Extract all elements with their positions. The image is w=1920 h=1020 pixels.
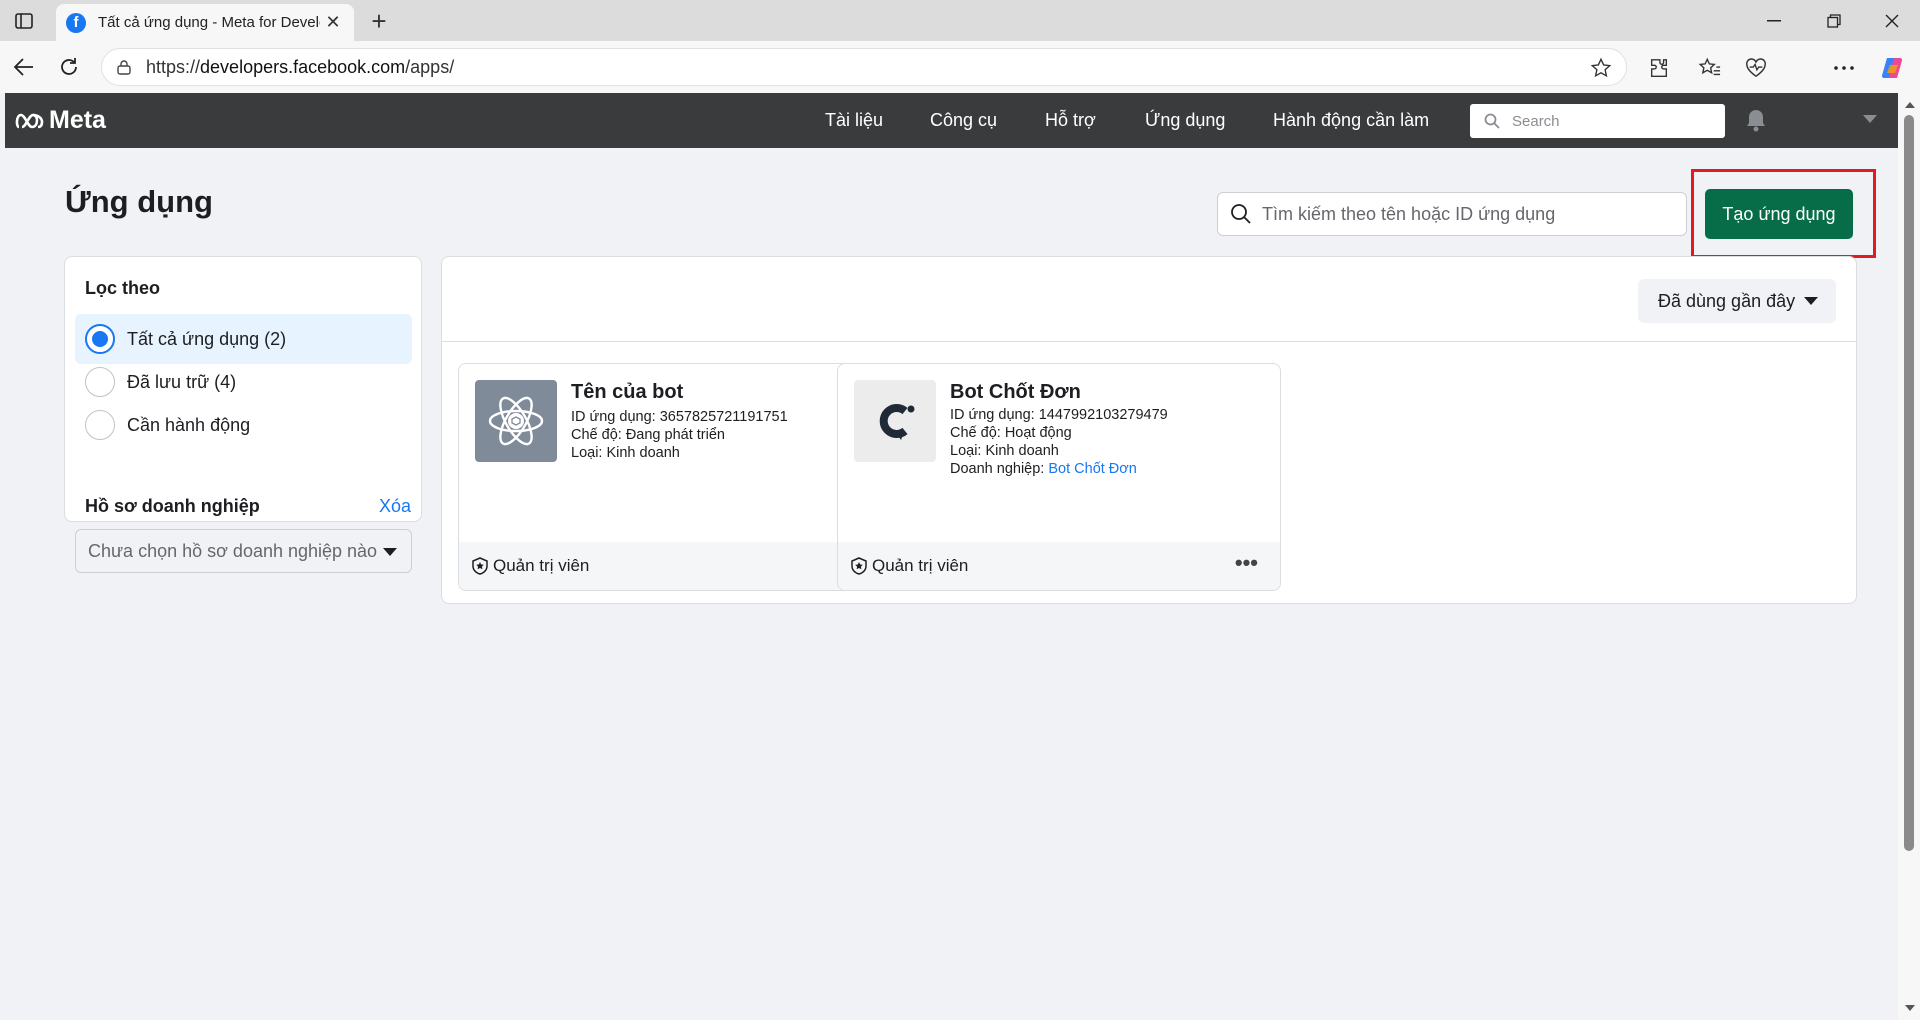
app-details: ID ứng dụng: 1447992103279479 Chế độ: Ho…: [950, 406, 1168, 478]
app-search-input[interactable]: [1262, 203, 1672, 225]
radio-icon[interactable]: [85, 410, 115, 440]
browser-address-bar: https://developers.facebook.com/apps/: [0, 41, 1920, 93]
app-business-link[interactable]: Bot Chốt Đơn: [1048, 461, 1137, 477]
favorite-star-icon[interactable]: [1590, 57, 1612, 84]
app-role: Quản trị viên: [493, 556, 590, 575]
meta-logo-text: Meta: [49, 106, 106, 134]
favorites-icon[interactable]: [1695, 53, 1725, 83]
nav-action-required[interactable]: Hành động cần làm: [1273, 93, 1429, 148]
app-id: ID ứng dụng: 3657825721191751: [571, 409, 788, 425]
restore-icon[interactable]: [1806, 0, 1862, 41]
site-info-icon[interactable]: [114, 57, 134, 77]
nav-action-required-label: Hành động cần làm: [1273, 110, 1430, 130]
sidebar-toggle-icon[interactable]: [10, 8, 38, 34]
nav-support[interactable]: Hỗ trợ: [1045, 93, 1096, 148]
reload-icon[interactable]: [53, 51, 85, 83]
app-business: Doanh nghiệp: Bot Chốt Đơn: [950, 460, 1168, 478]
apps-panel: Đã dùng gần đây Tên của bot ID ứng dụng:…: [441, 256, 1857, 604]
copilot-icon[interactable]: [1877, 53, 1907, 83]
nav-apps[interactable]: Ứng dụng: [1145, 93, 1225, 148]
chevron-down-icon: [383, 548, 397, 556]
c-logo-icon: [854, 380, 936, 462]
header-search-box[interactable]: Search: [1470, 104, 1725, 138]
nav-tools[interactable]: Công cụ: [930, 93, 997, 148]
app-business-prefix: Doanh nghiệp:: [950, 461, 1049, 477]
tab-title: Tất cả ứng dụng - Meta for Developers: [98, 14, 320, 31]
account-menu-caret-icon[interactable]: [1863, 115, 1877, 123]
search-icon: [1231, 204, 1251, 224]
new-tab-icon[interactable]: +: [364, 6, 394, 36]
radio-icon[interactable]: [85, 367, 115, 397]
page-title: Ứng dụng: [65, 184, 213, 219]
url-path: /apps/: [405, 56, 455, 77]
filter-option-action-needed[interactable]: Cần hành động: [75, 400, 412, 450]
back-icon[interactable]: [8, 51, 40, 83]
header-search-placeholder: Search: [1512, 112, 1560, 130]
more-options-icon[interactable]: •••: [1235, 550, 1258, 576]
nav-docs[interactable]: Tài liệu: [825, 93, 883, 148]
filter-option-label: Đã lưu trữ (4): [127, 371, 237, 392]
app-type: Loại: Kinh doanh: [571, 445, 680, 461]
app-name[interactable]: Tên của bot: [571, 381, 683, 404]
filter-option-label: Tất cả ứng dụng (2): [127, 328, 287, 349]
app-card[interactable]: Tên của bot ID ứng dụng: 365782572119175…: [458, 363, 902, 591]
app-card-footer: Quản trị viên •••: [838, 542, 1280, 590]
filter-panel: Lọc theo Tất cả ứng dụng (2) Đã lưu trữ …: [64, 256, 422, 573]
app-type: Loại: Kinh doanh: [950, 443, 1059, 459]
url-text: https://developers.facebook.com/apps/: [146, 57, 454, 78]
nav-support-label: Hỗ trợ: [1045, 110, 1096, 130]
window-close-icon[interactable]: [1864, 0, 1920, 41]
url-prefix: https://: [146, 56, 201, 77]
business-profile-placeholder: Chưa chọn hồ sơ doanh nghiệp nào: [88, 540, 378, 561]
business-clear-link[interactable]: Xóa: [379, 496, 411, 517]
filter-option-label: Cần hành động: [127, 414, 251, 435]
app-card[interactable]: Bot Chốt Đơn ID ứng dụng: 14479921032794…: [837, 363, 1281, 591]
chevron-down-icon: [1804, 297, 1818, 305]
tab-close-icon[interactable]: ✕: [322, 12, 344, 34]
url-host: developers.facebook.com: [200, 56, 406, 77]
app-card-footer: Quản trị viên •••: [459, 542, 901, 590]
atom-icon: [475, 380, 557, 462]
extensions-icon[interactable]: [1644, 53, 1674, 83]
page-content: Meta Tài liệu Công cụ Hỗ trợ Ứng dụng Hà…: [5, 93, 1898, 1020]
minimize-icon[interactable]: [1746, 0, 1802, 41]
panel-divider: [442, 341, 1856, 342]
meta-header: Meta Tài liệu Công cụ Hỗ trợ Ứng dụng Hà…: [5, 93, 1898, 148]
sort-dropdown[interactable]: Đã dùng gần đây: [1638, 279, 1836, 323]
filter-heading: Lọc theo: [85, 278, 160, 298]
app-mode: Chế độ: Đang phát triển: [571, 427, 725, 443]
app-name[interactable]: Bot Chốt Đơn: [950, 381, 1081, 404]
scroll-up-icon[interactable]: [1905, 102, 1915, 108]
radio-selected-icon[interactable]: [85, 324, 115, 354]
sort-label: Đã dùng gần đây: [1658, 290, 1796, 311]
app-id: ID ứng dụng: 1447992103279479: [950, 407, 1168, 423]
browser-tab-active[interactable]: f Tất cả ứng dụng - Meta for Developers …: [56, 4, 354, 41]
admin-shield-icon: [851, 557, 867, 575]
nav-apps-label: Ứng dụng: [1145, 110, 1226, 130]
browser-essentials-icon[interactable]: [1741, 53, 1771, 83]
scroll-down-icon[interactable]: [1905, 1005, 1915, 1011]
app-mode: Chế độ: Hoạt động: [950, 425, 1072, 441]
admin-shield-icon: [472, 557, 488, 575]
business-profile-heading: Hồ sơ doanh nghiệp: [85, 496, 260, 516]
facebook-favicon-icon: f: [66, 12, 86, 33]
browser-tab-bar: f Tất cả ứng dụng - Meta for Developers …: [0, 0, 1920, 41]
create-app-button[interactable]: Tạo ứng dụng: [1705, 189, 1853, 239]
app-search-box[interactable]: [1217, 192, 1687, 236]
business-profile-select[interactable]: Chưa chọn hồ sơ doanh nghiệp nào: [75, 529, 412, 573]
notification-bell-icon[interactable]: [1745, 108, 1767, 137]
search-icon: [1484, 113, 1500, 129]
nav-tools-label: Công cụ: [930, 110, 998, 130]
app-details: ID ứng dụng: 3657825721191751 Chế độ: Đa…: [571, 408, 788, 462]
meta-infinity-icon: [15, 113, 44, 128]
app-role: Quản trị viên: [872, 556, 969, 575]
vertical-scrollbar[interactable]: [1898, 93, 1920, 1020]
url-bar[interactable]: https://developers.facebook.com/apps/: [101, 48, 1627, 86]
more-options-icon[interactable]: [1829, 53, 1859, 83]
meta-logo[interactable]: Meta: [15, 106, 106, 135]
scrollbar-thumb[interactable]: [1904, 115, 1914, 851]
nav-docs-label: Tài liệu: [825, 110, 884, 130]
